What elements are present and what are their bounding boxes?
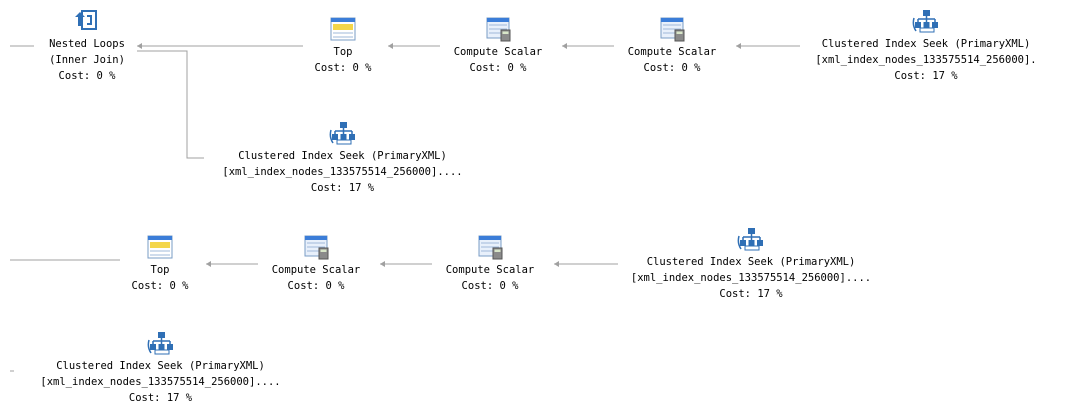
node-subtitle: [xml_index_nodes_133575514_256000].... — [222, 166, 463, 178]
node-cost: Cost: 0 % — [131, 280, 189, 292]
compute-scalar-node[interactable]: Compute Scalar Cost: 0 % — [614, 16, 730, 76]
node-cost: Cost: 0 % — [314, 62, 372, 74]
node-title: Top — [150, 264, 170, 276]
node-cost: Cost: 0 % — [643, 62, 701, 74]
node-title: Nested Loops — [49, 38, 125, 50]
top-node[interactable]: Top Cost: 0 % — [303, 16, 383, 76]
node-title: Compute Scalar — [271, 264, 361, 276]
nested-loops-icon — [75, 10, 97, 30]
nested-loops-node[interactable]: Nested Loops (Inner Join) Cost: 0 % — [20, 8, 154, 84]
clustered-index-seek-icon — [147, 332, 173, 355]
node-subtitle: [xml_index_nodes_133575514_256000].... — [40, 376, 281, 388]
clustered-index-seek-icon — [912, 10, 938, 33]
node-title: Compute Scalar — [453, 46, 543, 58]
node-title: Compute Scalar — [627, 46, 717, 58]
clustered-index-seek-node[interactable]: Clustered Index Seek (PrimaryXML) [xml_i… — [790, 8, 1062, 84]
node-cost: Cost: 17 % — [894, 70, 958, 82]
top-icon — [147, 235, 173, 259]
compute-scalar-icon — [486, 17, 511, 42]
top-node[interactable]: Top Cost: 0 % — [120, 234, 200, 294]
node-cost: Cost: 17 % — [128, 392, 193, 404]
node-cost: Cost: 0 % — [58, 70, 116, 82]
node-title: Compute Scalar — [445, 264, 535, 276]
clustered-index-seek-node[interactable]: Clustered Index Seek (PrimaryXML) [xml_i… — [200, 120, 485, 196]
node-cost: Cost: 17 % — [310, 182, 375, 194]
node-subtitle: (Inner Join) — [49, 54, 125, 66]
compute-scalar-icon — [660, 17, 685, 42]
compute-scalar-node[interactable]: Compute Scalar Cost: 0 % — [440, 16, 556, 76]
node-subtitle: [xml_index_nodes_133575514_256000]. — [815, 54, 1037, 66]
node-cost: Cost: 17 % — [719, 288, 783, 300]
compute-scalar-node[interactable]: Compute Scalar Cost: 0 % — [258, 234, 374, 294]
node-title: Clustered Index Seek (PrimaryXML) — [238, 150, 447, 162]
clustered-index-seek-node[interactable]: Clustered Index Seek (PrimaryXML) [xml_i… — [18, 330, 303, 406]
node-cost: Cost: 0 % — [287, 280, 345, 292]
compute-scalar-icon — [304, 235, 329, 260]
compute-scalar-node[interactable]: Compute Scalar Cost: 0 % — [432, 234, 548, 294]
clustered-index-seek-icon — [329, 122, 355, 145]
node-cost: Cost: 0 % — [469, 62, 527, 74]
clustered-index-seek-icon — [737, 228, 763, 251]
node-title: Top — [333, 46, 353, 58]
node-title: Clustered Index Seek (PrimaryXML) — [56, 360, 265, 372]
node-title: Clustered Index Seek (PrimaryXML) — [646, 256, 856, 268]
node-title: Clustered Index Seek (PrimaryXML) — [821, 38, 1031, 50]
node-cost: Cost: 0 % — [461, 280, 519, 292]
execution-plan-canvas: Nested Loops (Inner Join) Cost: 0 % Top … — [0, 0, 1069, 410]
node-subtitle: [xml_index_nodes_133575514_256000].... — [630, 272, 872, 284]
top-icon — [330, 17, 356, 41]
clustered-index-seek-node[interactable]: Clustered Index Seek (PrimaryXML) [xml_i… — [608, 226, 894, 302]
compute-scalar-icon — [478, 235, 503, 260]
